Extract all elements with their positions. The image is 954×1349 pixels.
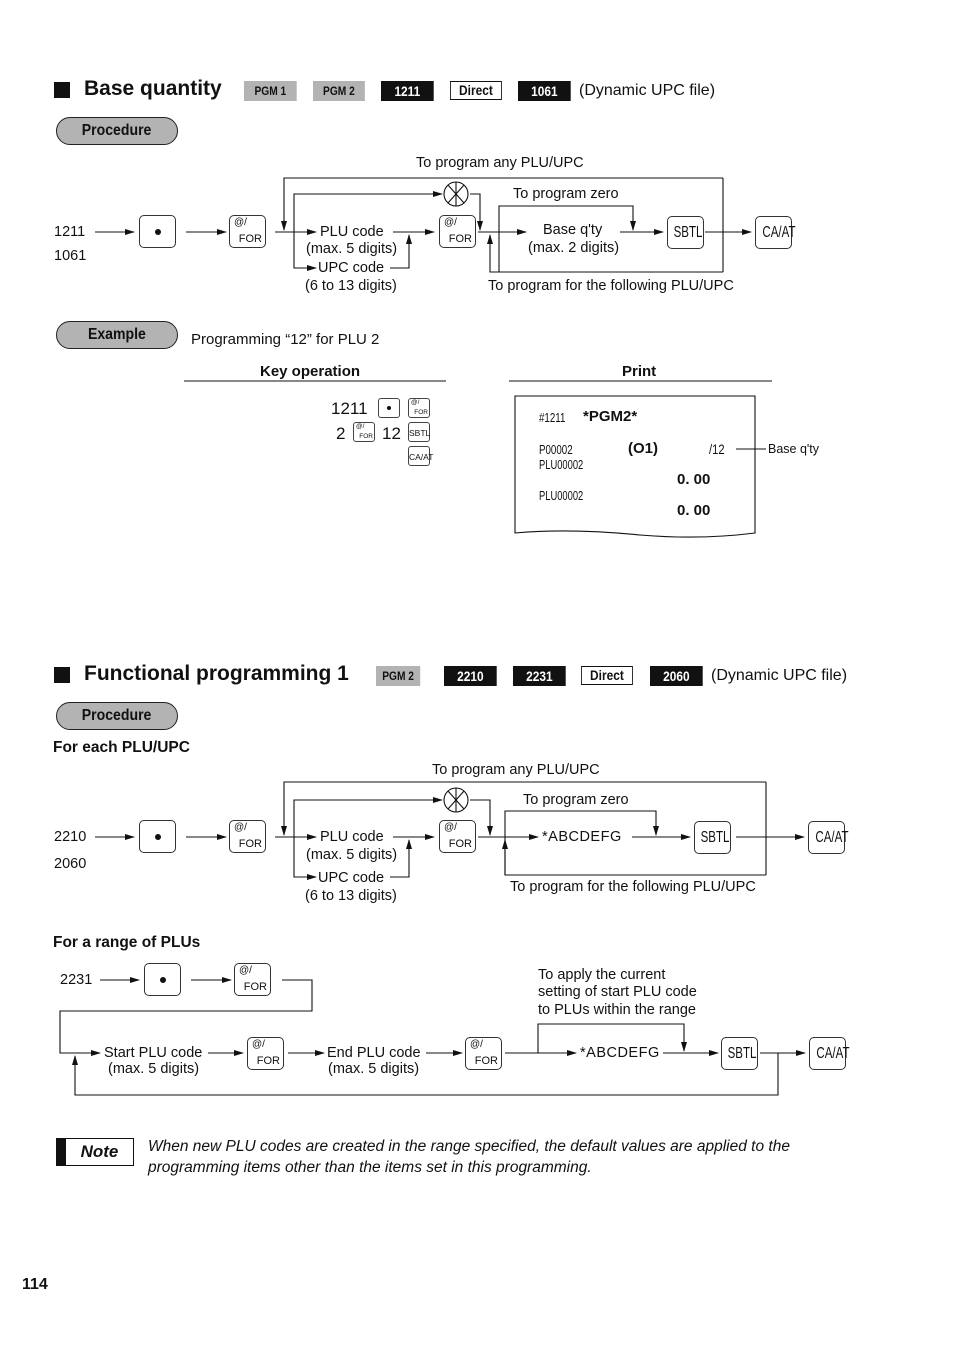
upc-code-sub: (6 to 13 digits) (305, 278, 397, 294)
example-badge: Example (56, 321, 178, 349)
start-plu-sub: (max. 5 digits) (108, 1061, 200, 1077)
code-label: 2231 (60, 972, 93, 988)
plu-code-sub: (max. 5 digits) (306, 847, 398, 863)
for-key: @/FOR (465, 1037, 502, 1070)
note-badge: Note (56, 1138, 134, 1166)
section-bullet-icon (54, 667, 70, 683)
receipt-base-qty: /12 (709, 441, 725, 457)
plu-code-sub: (max. 5 digits) (306, 241, 398, 257)
receipt-price: 0. 00 (677, 471, 711, 488)
end-plu-label: End PLU code (327, 1045, 421, 1061)
for-key: @/FOR (247, 1037, 284, 1070)
receipt-job-code: #1211 (539, 410, 566, 425)
procedure-badge: Procedure (56, 702, 178, 730)
apply-label: To apply the current (538, 967, 666, 983)
job-code-tag: 2060 (650, 666, 703, 686)
caat-key: CA/AT (755, 216, 796, 249)
for-key-small: @/FOR (353, 422, 375, 442)
subheading-each-plu: For each PLU/UPC (53, 739, 190, 756)
zero-label: To program zero (523, 792, 629, 808)
job-code-tag: 2210 (444, 666, 497, 686)
for-key: @/FOR (439, 820, 476, 853)
upc-code-sub: (6 to 13 digits) (305, 888, 397, 904)
receipt-plu-number: P00002 (539, 442, 573, 457)
value-label: *ABCDEFG (542, 829, 622, 845)
key-operation-header: Key operation (260, 363, 361, 380)
for-key: @/FOR (229, 820, 266, 853)
for-key: @/FOR (234, 963, 271, 996)
decimal-point-key-small (378, 398, 400, 418)
job-code-tag: 2231 (513, 666, 566, 686)
section-title-functional-programming: Functional programming 1 (84, 662, 349, 685)
subheading-range: For a range of PLUs (53, 934, 201, 951)
decimal-point-key (139, 820, 176, 853)
apply-label: setting of start PLU code (538, 984, 697, 1000)
receipt-plu-text: PLU00002 (539, 488, 584, 503)
sbtl-key-small: SBTL (408, 422, 430, 442)
caat-key-small: CA/AT (408, 446, 433, 466)
sbtl-key: SBTL (667, 216, 704, 249)
start-plu-label: Start PLU code (104, 1045, 203, 1061)
decimal-point-key (144, 963, 181, 996)
key-op-number: 12 (382, 424, 401, 443)
upc-code-label: UPC code (318, 260, 385, 276)
code-label: 1211 (54, 224, 86, 240)
code-label: 1061 (54, 248, 87, 264)
code-label: 2210 (54, 829, 87, 845)
following-label: To program for the following PLU/UPC (510, 879, 756, 895)
decimal-point-key (139, 215, 176, 248)
sbtl-key: SBTL (694, 821, 731, 854)
caat-key: CA/AT (808, 821, 849, 854)
receipt-mode: *PGM2* (583, 408, 638, 425)
direct-tag: Direct (581, 666, 633, 685)
zero-label: To program zero (513, 186, 619, 202)
print-header: Print (622, 363, 657, 380)
apply-label: to PLUs within the range (538, 1002, 696, 1018)
upc-code-label: UPC code (318, 870, 385, 886)
receipt-plu-text: PLU00002 (539, 457, 584, 472)
key-op-number: 2 (336, 424, 346, 443)
plu-code-label: PLU code (320, 224, 384, 240)
value-label: *ABCDEFG (580, 1045, 660, 1061)
key-op-number: 1211 (331, 399, 368, 418)
for-key-small: @/FOR (408, 398, 430, 418)
base-qty-sub: (max. 2 digits) (528, 240, 620, 256)
example-description: Programming “12” for PLU 2 (191, 331, 380, 348)
caat-key: CA/AT (809, 1037, 850, 1070)
code-label: 2060 (54, 856, 87, 872)
loop-any-label: To program any PLU/UPC (416, 155, 584, 171)
receipt-price: 0. 00 (677, 502, 711, 519)
receipt-dept: (O1) (628, 440, 658, 457)
end-plu-sub: (max. 5 digits) (328, 1061, 420, 1077)
file-note: (Dynamic UPC file) (711, 667, 848, 684)
sbtl-key: SBTL (721, 1037, 758, 1070)
base-qty-label: Base q'ty (543, 222, 603, 238)
loop-any-label: To program any PLU/UPC (432, 762, 600, 778)
plu-code-label: PLU code (320, 829, 384, 845)
callout-base-qty: Base q'ty (768, 442, 820, 456)
mode-tag: PGM 2 (376, 666, 421, 686)
page-number: 114 (22, 1276, 48, 1293)
following-label: To program for the following PLU/UPC (488, 278, 734, 294)
for-key: @/FOR (229, 215, 266, 248)
for-key: @/FOR (439, 215, 476, 248)
note-text: When new PLU codes are created in the ra… (148, 1138, 790, 1176)
